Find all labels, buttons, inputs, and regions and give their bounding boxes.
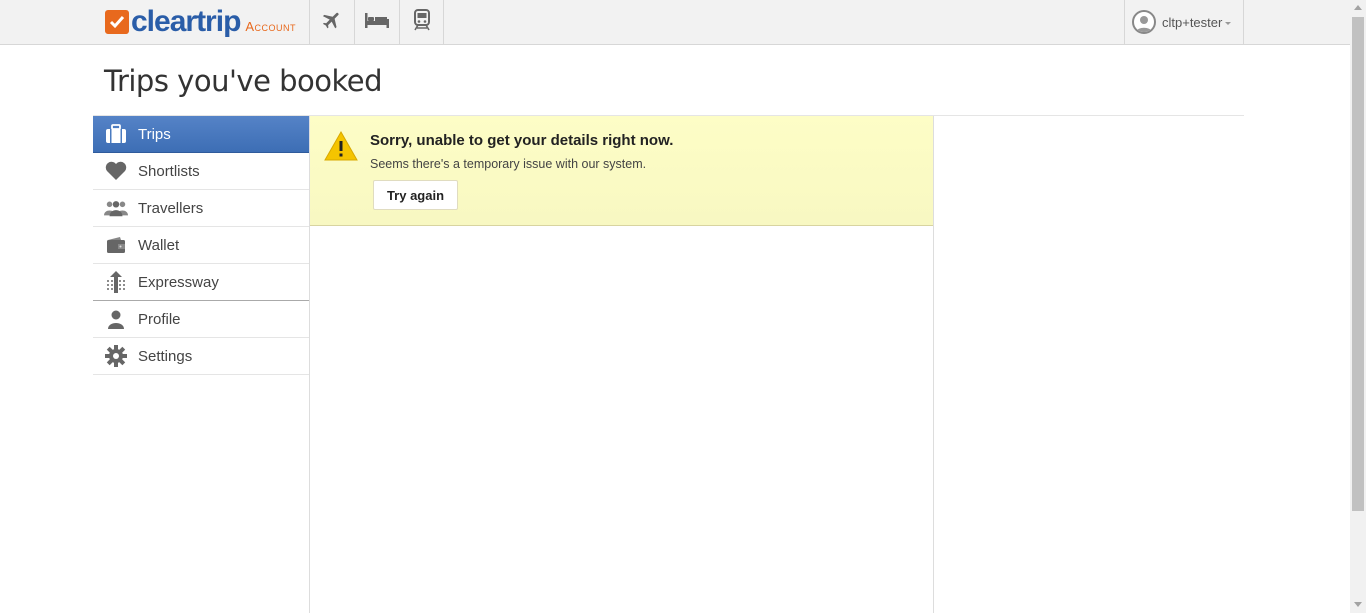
sidebar-item-label: Wallet <box>138 236 180 254</box>
product-nav <box>309 0 444 44</box>
logo-subtitle: Account <box>245 18 297 34</box>
hotels-nav-button[interactable] <box>354 0 399 44</box>
sidebar-item-label: Settings <box>138 347 193 365</box>
heart-icon <box>104 159 128 183</box>
person-icon <box>104 307 128 331</box>
airplane-icon <box>321 9 343 36</box>
train-icon <box>413 8 431 36</box>
page-title: Trips you've booked <box>104 64 383 98</box>
vertical-scrollbar[interactable] <box>1350 0 1366 613</box>
alert-message: Seems there's a temporary issue with our… <box>370 157 647 171</box>
trains-nav-button[interactable] <box>399 0 444 44</box>
sidebar-item-label: Travellers <box>138 199 204 217</box>
sidebar-item-shortlists[interactable]: Shortlists <box>93 153 310 190</box>
sidebar-item-settings[interactable]: Settings <box>93 338 310 375</box>
sidebar-item-trips[interactable]: Trips <box>93 116 310 153</box>
sidebar-item-label: Shortlists <box>138 162 200 180</box>
try-again-button[interactable]: Try again <box>373 180 458 210</box>
expressway-icon <box>104 270 128 294</box>
logo-check-icon <box>105 10 129 34</box>
chevron-down-icon <box>1225 21 1232 25</box>
sidebar-item-profile[interactable]: Profile <box>93 301 310 338</box>
user-account-menu[interactable]: cltp+tester <box>1124 0 1244 44</box>
sidebar-item-expressway[interactable]: Expressway <box>93 264 310 301</box>
sidebar-item-label: Profile <box>138 310 181 328</box>
hotel-bed-icon <box>364 11 390 34</box>
alert-title: Sorry, unable to get your details right … <box>370 132 674 149</box>
sidebar-item-label: Trips <box>138 125 171 143</box>
cleartrip-logo[interactable]: cleartrip Account <box>105 7 296 37</box>
sidebar-item-label: Expressway <box>138 273 219 291</box>
briefcase-icon <box>104 122 128 146</box>
logo-text: cleartrip <box>131 5 241 38</box>
avatar-icon <box>1132 10 1156 34</box>
account-sidebar: Trips Shortlists Travellers Wallet Expre… <box>93 116 310 375</box>
sidebar-item-wallet[interactable]: Wallet <box>93 227 310 264</box>
sidebar-item-travellers[interactable]: Travellers <box>93 190 310 227</box>
people-icon <box>104 196 128 220</box>
gear-icon <box>104 344 128 368</box>
flights-nav-button[interactable] <box>309 0 354 44</box>
main-content: Sorry, unable to get your details right … <box>309 116 934 613</box>
wallet-icon <box>104 233 128 257</box>
scroll-down-arrow-icon[interactable] <box>1354 602 1362 607</box>
error-alert: Sorry, unable to get your details right … <box>310 116 933 226</box>
warning-icon <box>324 130 358 166</box>
username-label: cltp+tester <box>1162 14 1223 30</box>
top-header: cleartrip Account cltp+tester <box>0 0 1350 45</box>
scrollbar-thumb[interactable] <box>1352 17 1364 511</box>
scroll-up-arrow-icon[interactable] <box>1354 5 1362 10</box>
